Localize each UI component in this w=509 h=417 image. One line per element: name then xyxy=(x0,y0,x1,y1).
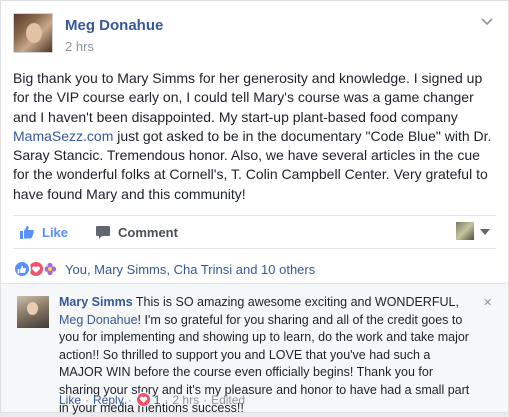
comment-label: Comment xyxy=(118,224,178,240)
post-timestamp[interactable]: 2 hrs xyxy=(65,39,94,54)
tagged-user-link[interactable]: Meg Donahue xyxy=(59,313,138,327)
comment-button[interactable]: Comment xyxy=(95,216,178,248)
comment-text-part: This is SO amazing awesome exciting and … xyxy=(132,295,459,309)
commenter-avatar[interactable] xyxy=(17,296,49,328)
heart-icon xyxy=(135,392,151,407)
close-icon[interactable]: × xyxy=(483,295,492,310)
separator-dot: · xyxy=(85,392,90,407)
separator-dot: · xyxy=(127,392,132,407)
commenter-name[interactable]: Mary Simms xyxy=(59,295,133,309)
comment-edited[interactable]: Edited xyxy=(211,393,245,407)
comment-bubble-icon xyxy=(96,226,110,239)
comment-time[interactable]: 2 hrs xyxy=(172,393,199,407)
like-reaction-icon xyxy=(13,260,31,278)
post-as-avatar[interactable] xyxy=(456,222,474,240)
comments-section: Mary Simms This is SO amazing awesome ex… xyxy=(1,283,508,415)
post-header: Meg Donahue 2 hrs xyxy=(13,13,496,61)
separator-dot: · xyxy=(203,392,208,407)
comment-reaction-count[interactable]: 1 xyxy=(154,393,161,407)
post-card: Meg Donahue 2 hrs Big thank you to Mary … xyxy=(0,0,509,415)
reactions-text[interactable]: You, Mary Simms, Cha Trinsi and 10 other… xyxy=(65,262,315,277)
like-label: Like xyxy=(42,224,69,240)
caret-down-icon[interactable] xyxy=(480,229,490,235)
comment-reply-link[interactable]: Reply xyxy=(93,393,124,407)
chevron-down-icon[interactable] xyxy=(480,15,494,29)
post-text: Big thank you to Mary Simms for her gene… xyxy=(13,69,497,204)
post-link[interactable]: MamaSezz.com xyxy=(13,128,113,144)
separator-dot: · xyxy=(164,392,169,407)
post-actions-bar: Like Comment xyxy=(13,215,496,249)
like-button[interactable]: Like xyxy=(19,216,68,248)
comment-like-link[interactable]: Like xyxy=(59,393,81,407)
reactions-summary[interactable]: You, Mary Simms, Cha Trinsi and 10 other… xyxy=(13,259,315,279)
post-text-part: Big thank you to Mary Simms for her gene… xyxy=(13,70,483,125)
comment-meta: Like · Reply · 1 · 2 hrs · Edited xyxy=(59,392,245,407)
thumbs-up-icon xyxy=(20,226,34,239)
author-avatar[interactable] xyxy=(13,13,53,53)
post-author[interactable]: Meg Donahue xyxy=(65,17,163,34)
